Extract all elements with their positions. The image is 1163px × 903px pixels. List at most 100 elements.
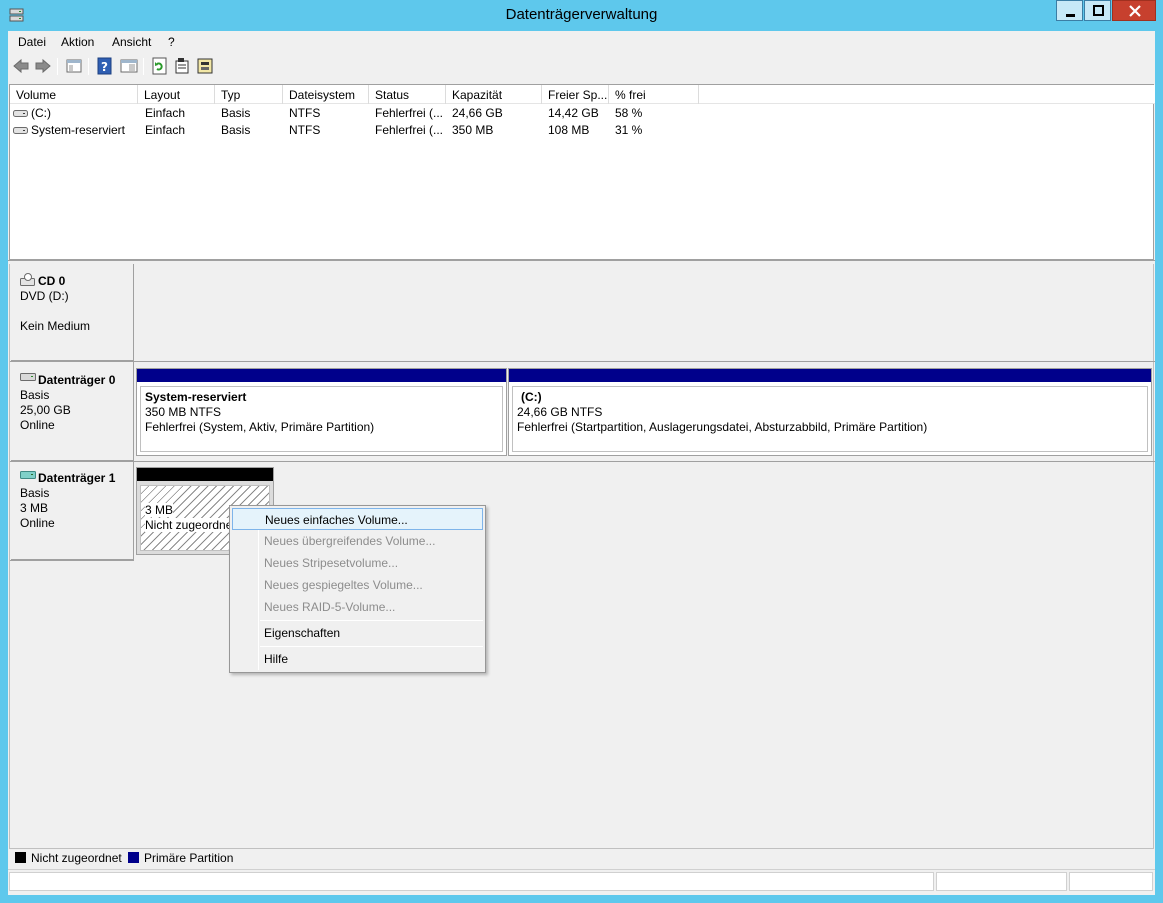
hard-disk-icon xyxy=(20,373,36,381)
svg-text:?: ? xyxy=(101,60,108,74)
context-menu: Neues einfaches Volume... Neues übergrei… xyxy=(229,505,486,673)
close-button[interactable] xyxy=(1112,0,1156,21)
window-title: Datenträgerverwaltung xyxy=(505,6,658,23)
back-icon[interactable] xyxy=(11,56,31,76)
menu-item-neues-einfaches-volume[interactable]: Neues einfaches Volume... xyxy=(232,508,483,530)
toolbar-separator xyxy=(143,58,144,75)
menu-bar: Datei Aktion Ansicht ? xyxy=(8,31,1155,53)
disk-row-divider xyxy=(10,361,1155,362)
minimize-button[interactable] xyxy=(1056,0,1083,21)
column-header-dateisystem[interactable]: Dateisystem xyxy=(283,85,369,104)
partition-body: System-reserviert 350 MB NTFS Fehlerfrei… xyxy=(140,386,503,452)
drive-icon xyxy=(13,110,28,117)
disk-line-2: 3 MB xyxy=(20,501,49,515)
table-row[interactable]: System-reserviert Einfach Basis NTFS Feh… xyxy=(10,122,1155,139)
disk-line-1: Basis xyxy=(20,486,50,500)
volume-type: Basis xyxy=(221,106,251,120)
volume-layout: Einfach xyxy=(145,123,186,137)
menu-item-neues-raid5-volume[interactable]: Neues RAID-5-Volume... xyxy=(232,596,483,618)
partition-name: System-reserviert xyxy=(145,390,247,404)
legend: Nicht zugeordnet Primäre Partition xyxy=(9,849,1154,867)
cd-drive-icon xyxy=(20,273,35,286)
disk-row-divider xyxy=(10,461,1155,462)
column-header-layout[interactable]: Layout xyxy=(138,85,215,104)
menu-item-hilfe[interactable]: Hilfe xyxy=(232,648,483,670)
disk-name: CD 0 xyxy=(38,274,66,288)
column-header-status[interactable]: Status xyxy=(369,85,446,104)
status-segment xyxy=(936,872,1067,891)
toolbar-separator xyxy=(57,58,58,75)
status-bar xyxy=(8,869,1155,893)
disk-line-3: Online xyxy=(20,418,55,432)
partition-name: (C:) xyxy=(521,390,542,404)
maximize-button[interactable] xyxy=(1084,0,1111,21)
menu-datei[interactable]: Datei xyxy=(18,35,46,49)
properties-icon[interactable] xyxy=(172,56,192,76)
column-header-freier-speicher[interactable]: Freier Sp... xyxy=(542,85,609,104)
volume-status: Fehlerfrei (... xyxy=(375,106,444,120)
menu-item-neues-stripesetvolume[interactable]: Neues Stripesetvolume... xyxy=(232,552,483,574)
client-area: Datei Aktion Ansicht ? ? Volume Layout T… xyxy=(8,31,1155,895)
volume-type: Basis xyxy=(221,123,251,137)
volume-filesystem: NTFS xyxy=(289,106,321,120)
column-header-typ[interactable]: Typ xyxy=(215,85,283,104)
menu-help[interactable]: ? xyxy=(168,35,175,49)
rescan-icon[interactable] xyxy=(195,56,215,76)
hard-disk-icon xyxy=(20,471,36,479)
properties-view-icon[interactable] xyxy=(119,56,139,76)
partition-c[interactable]: (C:) 24,66 GB NTFS Fehlerfrei (Startpart… xyxy=(508,368,1152,456)
refresh-icon[interactable] xyxy=(150,56,170,76)
partition-status: Fehlerfrei (Startpartition, Auslagerungs… xyxy=(517,420,928,434)
help-icon[interactable]: ? xyxy=(95,56,115,76)
disk-view[interactable]: CD 0 DVD (D:) Kein Medium Datenträger 0 … xyxy=(9,264,1155,849)
menu-separator xyxy=(260,620,483,621)
disk-label-cd0[interactable]: CD 0 DVD (D:) Kein Medium xyxy=(11,264,134,361)
partition-size: 350 MB NTFS xyxy=(145,405,222,419)
disk-label-disk0[interactable]: Datenträger 0 Basis 25,00 GB Online xyxy=(11,362,134,461)
legend-label: Primäre Partition xyxy=(144,851,234,865)
disk-line-2: 25,00 GB xyxy=(20,403,71,417)
volume-capacity: 350 MB xyxy=(452,123,494,137)
legend-swatch-primary xyxy=(128,852,139,863)
primary-partition-bar xyxy=(137,369,506,382)
unallocated-bar xyxy=(137,468,273,481)
column-header-kapazitaet[interactable]: Kapazität xyxy=(446,85,542,104)
volume-percent-free: 31 % xyxy=(615,123,643,137)
column-header-volume[interactable]: Volume xyxy=(10,85,138,104)
disk-label-disk1[interactable]: Datenträger 1 Basis 3 MB Online xyxy=(11,462,134,560)
volume-list[interactable]: Volume Layout Typ Dateisystem Status Kap… xyxy=(9,84,1155,260)
close-icon xyxy=(1129,5,1141,17)
forward-icon[interactable] xyxy=(33,56,53,76)
volume-free-space: 108 MB xyxy=(548,123,590,137)
menu-ansicht[interactable]: Ansicht xyxy=(112,35,151,49)
disk-name: Datenträger 0 xyxy=(38,373,116,387)
partition-size: 3 MB xyxy=(145,503,174,517)
partition-status: Nicht zugeordnet xyxy=(145,518,236,532)
console-tree-icon[interactable] xyxy=(64,56,84,76)
partition-system-reserviert[interactable]: System-reserviert 350 MB NTFS Fehlerfrei… xyxy=(136,368,507,456)
title-bar[interactable]: Datenträgerverwaltung xyxy=(0,0,1163,31)
menu-item-neues-gespiegeltes-volume[interactable]: Neues gespiegeltes Volume... xyxy=(232,574,483,596)
volume-percent-free: 58 % xyxy=(615,106,643,120)
disk-row-divider xyxy=(10,560,134,561)
menu-item-neues-uebergreifendes-volume[interactable]: Neues übergreifendes Volume... xyxy=(232,530,483,552)
maximize-icon xyxy=(1093,5,1104,16)
primary-partition-bar xyxy=(509,369,1151,382)
volume-free-space: 14,42 GB xyxy=(548,106,599,120)
volume-capacity: 24,66 GB xyxy=(452,106,503,120)
legend-swatch-unallocated xyxy=(15,852,26,863)
toolbar-separator xyxy=(88,58,89,75)
menu-separator xyxy=(260,646,483,647)
minimize-icon xyxy=(1066,14,1075,17)
partition-size: 24,66 GB NTFS xyxy=(517,405,603,419)
menu-aktion[interactable]: Aktion xyxy=(61,35,94,49)
partition-status: Fehlerfrei (System, Aktiv, Primäre Parti… xyxy=(145,420,375,434)
disk-line-3: Online xyxy=(20,516,55,530)
column-header-prozent-frei[interactable]: % frei xyxy=(609,85,699,104)
volume-name: (C:) xyxy=(31,106,51,120)
disk-line-1: Basis xyxy=(20,388,50,402)
volume-name: System-reserviert xyxy=(31,123,126,137)
menu-item-eigenschaften[interactable]: Eigenschaften xyxy=(232,622,483,644)
table-row[interactable]: (C:) Einfach Basis NTFS Fehlerfrei (... … xyxy=(10,105,1155,122)
volume-status: Fehlerfrei (... xyxy=(375,123,444,137)
